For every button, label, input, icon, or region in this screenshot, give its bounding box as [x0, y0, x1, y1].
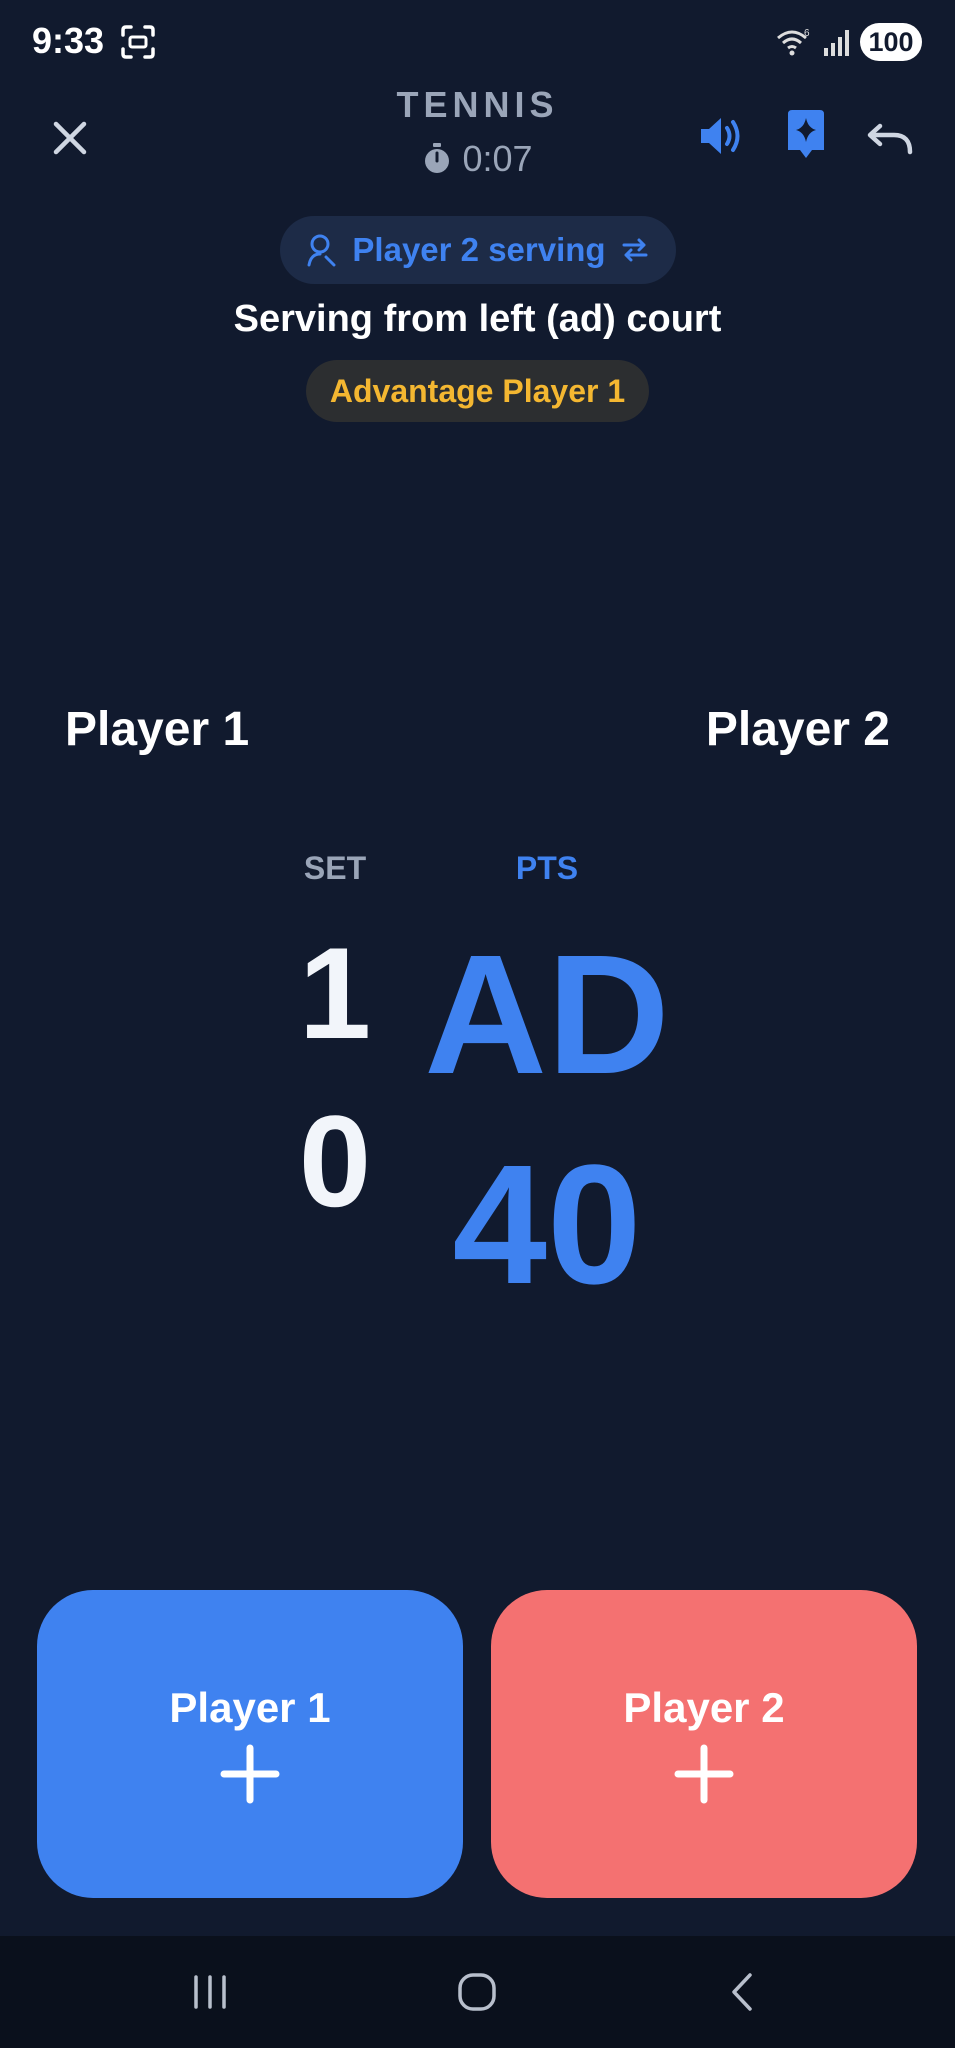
- home-icon: [458, 1973, 496, 2011]
- screenshot-scan-icon: [121, 25, 155, 59]
- player1-button-label: Player 1: [169, 1684, 331, 1731]
- wifi-icon: 6: [777, 28, 810, 56]
- svg-text:6: 6: [804, 28, 810, 39]
- system-nav-bar: [0, 1936, 955, 2048]
- stopwatch-icon: [425, 143, 450, 173]
- plus-icon: [674, 1744, 734, 1804]
- server-label: Player 2 serving: [352, 231, 606, 268]
- home-button[interactable]: [447, 1966, 507, 2018]
- serve-court-text: Serving from left (ad) court: [233, 298, 722, 340]
- top-bar: TENNIS 0:07: [0, 84, 955, 194]
- recents-button[interactable]: [180, 1966, 240, 2018]
- player1-points: AD: [424, 920, 670, 1110]
- recents-icon: [194, 1975, 226, 2009]
- player2-name[interactable]: Player 2: [706, 702, 890, 757]
- plus-icon: [220, 1744, 280, 1804]
- advantage-badge: Advantage Player 1: [306, 360, 649, 422]
- undo-icon: [867, 123, 913, 155]
- back-icon: [732, 1973, 752, 2011]
- status-time: 9:33: [32, 20, 105, 61]
- sound-button[interactable]: [692, 106, 752, 166]
- player2-button-label: Player 2: [623, 1684, 785, 1731]
- player2-point-button[interactable]: Player 2: [491, 1590, 917, 1898]
- battery-icon: 100: [860, 23, 922, 61]
- back-button[interactable]: [712, 1966, 772, 2018]
- highlight-button[interactable]: [776, 102, 836, 168]
- timer-value: 0:07: [462, 138, 533, 179]
- undo-button[interactable]: [858, 108, 922, 168]
- set-column-header: SET: [303, 850, 367, 886]
- swap-icon: [622, 238, 648, 262]
- player1-point-button[interactable]: Player 1: [37, 1590, 463, 1898]
- sparkle-bookmark-icon: [788, 110, 824, 158]
- volume-icon: [701, 118, 740, 154]
- status-bar: 9:33 6 100: [0, 0, 955, 84]
- player1-name[interactable]: Player 1: [65, 702, 249, 757]
- pts-column-header: PTS: [515, 850, 579, 886]
- signal-icon: [824, 30, 849, 56]
- server-indicator[interactable]: Player 2 serving: [280, 216, 676, 284]
- player-serving-icon: [307, 234, 336, 267]
- player2-points: 40: [452, 1130, 642, 1320]
